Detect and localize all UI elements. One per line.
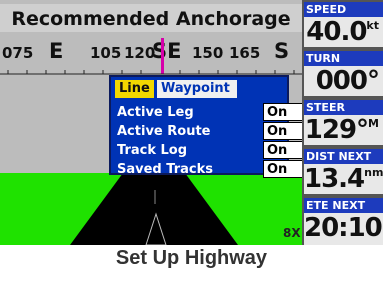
- setting-row-active-leg[interactable]: Active Leg On: [117, 103, 302, 123]
- field-value: 20:10: [304, 213, 383, 243]
- road-surface: [70, 173, 238, 245]
- field-unit: M: [368, 117, 379, 130]
- setting-row-active-route[interactable]: Active Route On: [117, 122, 302, 142]
- setting-label: Saved Tracks: [117, 162, 213, 177]
- field-value: 000°: [315, 66, 380, 96]
- setting-row-track-log[interactable]: Track Log On: [117, 141, 302, 161]
- data-fields-panel: SPEED 40.0kt TURN 000° STEER 129°M DIST …: [302, 0, 383, 245]
- setting-label: Active Route: [117, 124, 211, 139]
- setting-value-field[interactable]: On: [263, 103, 302, 121]
- zoom-level: 8X: [283, 226, 301, 240]
- setting-value-field[interactable]: On: [263, 122, 302, 140]
- field-label: SPEED: [304, 2, 383, 17]
- field-label: STEER: [304, 100, 383, 115]
- figure-caption: Set Up Highway: [115, 247, 268, 269]
- setting-row-saved-tracks[interactable]: Saved Tracks On: [117, 160, 302, 180]
- gps-screen: Recommended Anchorage 075 E 105 120 SE 1…: [0, 0, 383, 245]
- setting-value-field[interactable]: On: [263, 141, 302, 159]
- setting-value-field[interactable]: On: [263, 160, 302, 178]
- highway-view: Recommended Anchorage 075 E 105 120 SE 1…: [0, 0, 302, 245]
- ete-next-field[interactable]: ETE NEXT 20:10: [304, 198, 383, 245]
- field-unit: nm: [364, 166, 383, 179]
- field-value: 40.0kt: [306, 17, 379, 47]
- field-label: DIST NEXT: [304, 149, 383, 164]
- setting-label: Active Leg: [117, 105, 194, 120]
- field-label: TURN: [304, 51, 383, 66]
- field-value: 13.4nm: [304, 164, 383, 194]
- dist-next-field[interactable]: DIST NEXT 13.4nm: [304, 149, 383, 194]
- field-unit: kt: [366, 19, 379, 32]
- highway-setup-menu: Line Waypoint Active Leg On Active Route…: [109, 75, 302, 178]
- tab-line[interactable]: Line: [115, 80, 154, 98]
- turn-field[interactable]: TURN 000°: [304, 51, 383, 96]
- tab-waypoint[interactable]: Waypoint: [157, 80, 237, 98]
- field-value: 129°M: [304, 115, 379, 145]
- setting-label: Track Log: [117, 143, 188, 158]
- speed-field[interactable]: SPEED 40.0kt: [304, 2, 383, 47]
- steer-field[interactable]: STEER 129°M: [304, 100, 383, 145]
- field-label: ETE NEXT: [304, 198, 383, 213]
